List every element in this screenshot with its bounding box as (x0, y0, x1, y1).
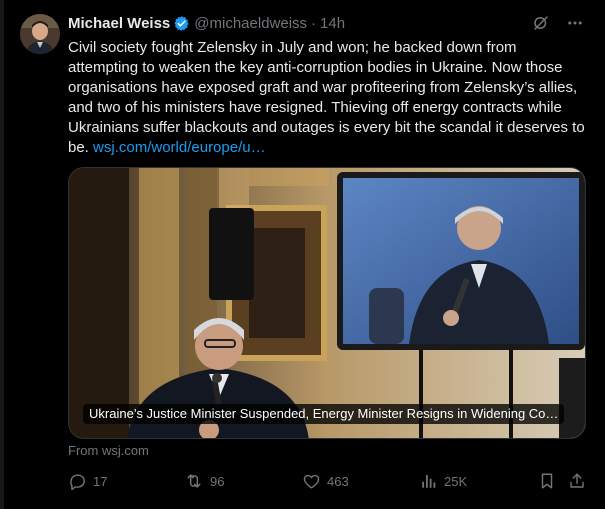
repost-icon (184, 471, 204, 491)
action-bar: 17 96 463 25K (68, 470, 588, 492)
tweet-timestamp[interactable]: 14h (320, 15, 345, 32)
author-handle[interactable]: @michaeldweiss (194, 15, 307, 32)
tweet-text: Civil society fought Zelensky in July an… (68, 38, 588, 158)
more-icon[interactable] (565, 13, 585, 33)
bookmark-icon (538, 472, 556, 490)
card-source[interactable]: From wsj.com (68, 443, 149, 458)
author-name[interactable]: Michael Weiss (68, 15, 170, 32)
reply-count: 17 (93, 473, 108, 489)
tweet[interactable]: Michael Weiss @michaeldweiss · 14h Civil… (0, 0, 605, 509)
repost-button[interactable]: 96 (184, 470, 224, 492)
card-caption: Ukraine’s Justice Minister Suspended, En… (83, 404, 565, 424)
verified-badge-icon (173, 15, 190, 32)
bookmark-button[interactable] (538, 470, 556, 492)
tweet-link[interactable]: wsj.com/world/europe/u… (93, 139, 266, 156)
views-count: 25K (444, 473, 468, 489)
share-icon (568, 472, 586, 490)
header-separator: · (311, 14, 317, 32)
reply-icon (68, 472, 87, 491)
views-icon (420, 472, 438, 490)
views-button[interactable]: 25K (420, 470, 467, 492)
like-button[interactable]: 463 (302, 470, 349, 492)
reply-button[interactable]: 17 (68, 470, 107, 492)
heart-icon (302, 472, 321, 491)
article-image (69, 168, 585, 438)
share-button[interactable] (568, 470, 586, 492)
avatar[interactable] (20, 14, 60, 54)
like-count: 463 (327, 473, 349, 489)
tweet-header: Michael Weiss @michaeldweiss · 14h (68, 12, 345, 34)
header-actions (531, 13, 585, 33)
grok-icon[interactable] (531, 13, 551, 33)
link-card[interactable]: Ukraine’s Justice Minister Suspended, En… (68, 167, 586, 439)
repost-count: 96 (210, 473, 225, 489)
